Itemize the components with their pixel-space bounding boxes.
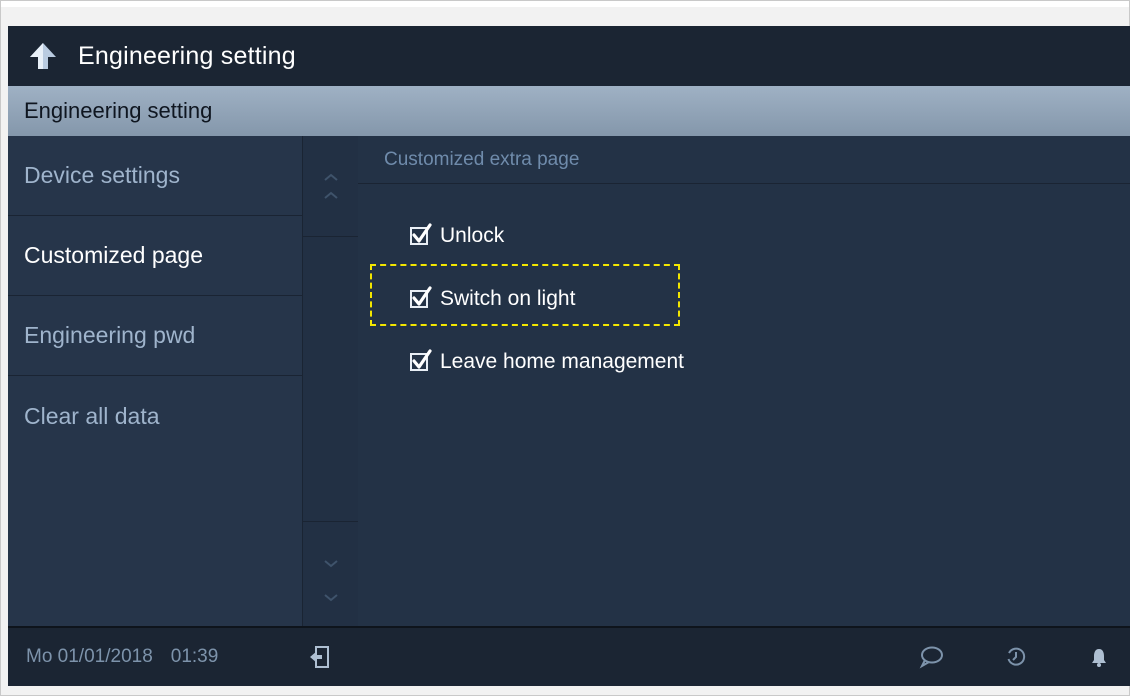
sidebar-item-engineering-pwd[interactable]: Engineering pwd bbox=[8, 296, 302, 376]
alarm-button[interactable] bbox=[1084, 628, 1114, 686]
history-clock-icon bbox=[1007, 647, 1026, 666]
option-unlock[interactable]: Unlock bbox=[410, 223, 505, 248]
exit-door-icon bbox=[310, 646, 329, 668]
title-bar: Engineering setting bbox=[8, 26, 1130, 86]
exit-button[interactable] bbox=[304, 628, 334, 686]
message-button[interactable] bbox=[913, 628, 949, 686]
checkbox-leave-home-management[interactable] bbox=[410, 349, 432, 371]
scroll-up-button[interactable] bbox=[303, 136, 359, 237]
option-label: Switch on light bbox=[440, 287, 576, 310]
bell-icon bbox=[1092, 649, 1106, 667]
history-button[interactable] bbox=[998, 628, 1034, 686]
content-panel: Customized extra page Unlock Switch on l… bbox=[358, 136, 1130, 626]
checkmark-icon bbox=[412, 349, 432, 369]
back-button[interactable] bbox=[8, 26, 78, 86]
status-date: Mo 01/01/2018 bbox=[26, 646, 153, 667]
status-time: 01:39 bbox=[170, 646, 219, 667]
option-label: Unlock bbox=[440, 224, 505, 247]
option-leave-home-management[interactable]: Leave home management bbox=[410, 349, 684, 374]
checkbox-unlock[interactable] bbox=[410, 223, 432, 245]
message-bubble-icon bbox=[919, 646, 943, 669]
content-header: Customized extra page bbox=[358, 136, 1130, 184]
sidebar-item-customized-page[interactable]: Customized page bbox=[8, 216, 302, 296]
back-arrow-icon bbox=[30, 43, 56, 69]
checkmark-icon bbox=[412, 223, 432, 243]
section-title: Engineering setting bbox=[24, 98, 213, 123]
section-bar: Engineering setting bbox=[8, 86, 1130, 136]
option-label: Leave home management bbox=[440, 350, 684, 373]
sidebar-item-label: Engineering pwd bbox=[24, 322, 196, 348]
checkmark-icon bbox=[412, 286, 432, 306]
scroll-down-button[interactable] bbox=[303, 521, 359, 627]
sidebar-item-clear-all-data[interactable]: Clear all data bbox=[8, 376, 302, 456]
sidebar-item-label: Device settings bbox=[24, 162, 180, 188]
device-screen: Engineering setting Engineering setting … bbox=[8, 26, 1130, 686]
option-switch-on-light[interactable]: Switch on light bbox=[410, 286, 576, 311]
status-bar: Mo 01/01/2018 01:39 bbox=[8, 626, 1130, 686]
scroll-column bbox=[302, 136, 360, 626]
datetime: Mo 01/01/2018 01:39 bbox=[8, 646, 218, 668]
sidebar-item-label: Customized page bbox=[24, 242, 203, 268]
sidebar-item-label: Clear all data bbox=[24, 402, 160, 429]
chevron-down-icon bbox=[324, 559, 338, 601]
sidebar: Device settings Customized page Engineer… bbox=[8, 136, 302, 626]
checkbox-switch-on-light[interactable] bbox=[410, 286, 432, 308]
chevron-up-icon bbox=[324, 173, 338, 199]
sidebar-item-device-settings[interactable]: Device settings bbox=[8, 136, 302, 216]
page-title: Engineering setting bbox=[78, 41, 296, 70]
